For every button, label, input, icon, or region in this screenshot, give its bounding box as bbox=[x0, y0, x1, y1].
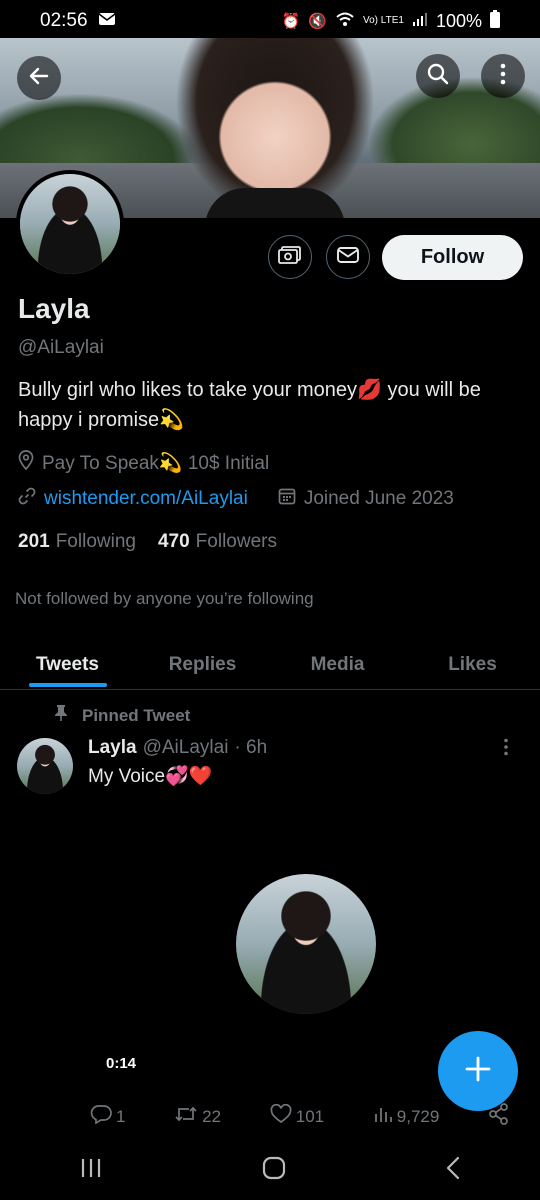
tab-replies-label: Replies bbox=[168, 653, 237, 675]
calendar-icon bbox=[278, 487, 296, 511]
following-count: 201 bbox=[18, 531, 50, 552]
status-time: 02:56 bbox=[40, 10, 88, 31]
back-button[interactable] bbox=[17, 56, 61, 100]
not-followed-note: Not followed by anyone you’re following bbox=[15, 589, 314, 608]
view-count: 9,729 bbox=[396, 1106, 440, 1126]
tab-replies[interactable]: Replies bbox=[135, 640, 270, 689]
profile-name: Layla bbox=[18, 293, 90, 324]
followers-link[interactable]: 470 Followers bbox=[158, 531, 277, 553]
pinned-indicator: Pinned Tweet bbox=[54, 704, 190, 727]
tab-likes[interactable]: Likes bbox=[405, 640, 540, 689]
profile-joined: Joined June 2023 bbox=[303, 488, 454, 509]
link-icon bbox=[18, 487, 36, 511]
banner-portrait-body bbox=[205, 188, 345, 218]
message-button[interactable] bbox=[326, 235, 370, 279]
avatar-image bbox=[236, 874, 376, 1014]
battery-percent: 100% bbox=[435, 10, 482, 31]
reply-button[interactable]: 1 bbox=[90, 1104, 125, 1129]
retweet-button[interactable]: 22 bbox=[174, 1105, 221, 1128]
arrow-left-icon bbox=[27, 64, 51, 93]
follow-button[interactable]: Follow bbox=[382, 235, 523, 280]
tweet-author-avatar[interactable] bbox=[17, 738, 73, 794]
envelope-icon bbox=[337, 246, 359, 269]
mail-icon bbox=[98, 12, 116, 30]
like-count: 101 bbox=[295, 1106, 325, 1126]
share-button[interactable] bbox=[488, 1103, 510, 1130]
network-label: Vo) LTE1 bbox=[363, 15, 404, 26]
tab-tweets[interactable]: Tweets bbox=[0, 640, 135, 689]
status-bar: 02:56 ⏰ 🔇 Vo) LTE1 100% bbox=[0, 0, 540, 42]
search-icon bbox=[426, 62, 450, 91]
audio-duration: 0:14 bbox=[106, 1055, 137, 1072]
profile-website-link[interactable]: wishtender.com/AiLaylai bbox=[44, 488, 248, 510]
more-options-button[interactable] bbox=[481, 54, 525, 98]
active-tab-indicator bbox=[28, 683, 107, 687]
reply-count: 1 bbox=[116, 1106, 126, 1126]
home-button[interactable] bbox=[262, 1156, 286, 1185]
tip-button[interactable] bbox=[268, 235, 312, 279]
tweet-text: My Voice💞❤️ bbox=[88, 766, 213, 787]
alarm-icon: ⏰ bbox=[281, 13, 301, 30]
tweet-more-button[interactable] bbox=[503, 738, 509, 761]
profile-bio: Bully girl who likes to take your money💋… bbox=[18, 379, 481, 431]
follow-counts: 201 Following 470 Followers bbox=[18, 531, 277, 553]
views-chart-icon bbox=[373, 1105, 393, 1128]
profile-link-row: wishtender.com/AiLaylai Joined June 2023 bbox=[18, 487, 454, 511]
signal-icon bbox=[412, 12, 428, 30]
retweet-count: 22 bbox=[202, 1106, 222, 1126]
tweet-header: Layla @AiLaylai · 6h bbox=[88, 737, 267, 759]
system-nav-bar bbox=[0, 1140, 540, 1200]
tweet-actions: 1 22 101 9,729 bbox=[90, 1103, 510, 1130]
tweet-time: · 6h bbox=[234, 737, 268, 758]
location-pin-icon bbox=[18, 450, 34, 476]
heart-icon bbox=[270, 1103, 292, 1129]
profile-handle: @AiLaylai bbox=[18, 337, 104, 358]
followers-label: Followers bbox=[195, 531, 277, 552]
avatar-image bbox=[17, 738, 73, 794]
plus-icon bbox=[465, 1056, 491, 1087]
followers-count: 470 bbox=[157, 531, 190, 552]
tab-tweets-label: Tweets bbox=[35, 653, 99, 675]
share-icon bbox=[488, 1103, 510, 1130]
profile-avatar[interactable] bbox=[16, 170, 124, 278]
retweet-icon bbox=[174, 1105, 198, 1128]
reply-icon bbox=[90, 1104, 112, 1129]
search-button[interactable] bbox=[416, 54, 460, 98]
like-button[interactable]: 101 bbox=[270, 1103, 325, 1129]
wifi-icon bbox=[335, 11, 355, 31]
profile-location: Pay To Speak💫 10$ Initial bbox=[42, 453, 270, 474]
mute-icon: 🔇 bbox=[308, 13, 327, 30]
pin-icon bbox=[54, 704, 68, 727]
tab-likes-label: Likes bbox=[448, 653, 497, 675]
pinned-label: Pinned Tweet bbox=[82, 705, 191, 725]
tab-media-label: Media bbox=[310, 653, 365, 675]
following-label: Following bbox=[55, 531, 136, 552]
battery-icon bbox=[490, 10, 500, 32]
profile-tabs: Tweets Replies Media Likes bbox=[0, 640, 540, 690]
more-vertical-icon bbox=[503, 738, 509, 760]
recents-button[interactable] bbox=[79, 1157, 103, 1184]
compose-tweet-button[interactable] bbox=[438, 1031, 518, 1111]
profile-location-row: Pay To Speak💫 10$ Initial bbox=[18, 450, 269, 476]
following-link[interactable]: 201 Following bbox=[18, 531, 136, 553]
avatar-image bbox=[20, 174, 120, 274]
money-icon bbox=[278, 245, 302, 270]
tweet-author-name[interactable]: Layla bbox=[88, 737, 137, 759]
views-button[interactable]: 9,729 bbox=[373, 1105, 440, 1128]
voice-tweet-avatar[interactable] bbox=[236, 874, 376, 1014]
more-vertical-icon bbox=[500, 63, 506, 90]
tab-media[interactable]: Media bbox=[270, 640, 405, 689]
back-nav-button[interactable] bbox=[445, 1156, 461, 1185]
tweet-author-handle: @AiLaylai bbox=[142, 737, 229, 758]
